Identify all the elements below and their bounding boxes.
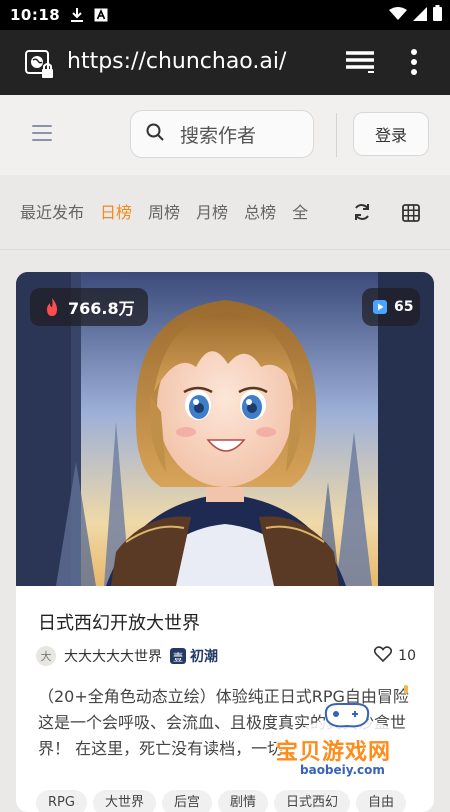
tier-label: 初潮: [190, 649, 218, 665]
search-input[interactable]: 搜索作者: [180, 121, 256, 148]
tag[interactable]: RPG: [36, 790, 87, 812]
header-divider: [336, 113, 337, 157]
like-button[interactable]: 10: [374, 646, 416, 666]
tab-total[interactable]: 总榜: [244, 199, 276, 223]
author-name[interactable]: 大大大大大世界: [64, 646, 162, 666]
like-count: 10: [398, 648, 416, 664]
status-bar: 10:18: [0, 0, 450, 30]
card-title[interactable]: 日式西幻开放大世界: [38, 609, 200, 635]
ranking-tabs: 最近发布 日榜 周榜 月榜 总榜全: [20, 199, 338, 223]
tabs-fade: [308, 195, 342, 227]
watermark-url: baobeiy.com: [300, 763, 385, 777]
login-button[interactable]: 登录: [353, 112, 429, 156]
author-row: 大 大大大大大世界 壹 初潮 10: [36, 644, 416, 668]
tab-monthly[interactable]: 月榜: [196, 199, 228, 223]
tag-list: RPG 大世界 后宫 剧情 日式西幻 自由: [36, 790, 434, 812]
refresh-icon[interactable]: [352, 202, 372, 226]
status-time: 10:18: [10, 6, 61, 24]
play-count-badge: 65: [362, 288, 420, 326]
tag[interactable]: 后宫: [161, 790, 212, 812]
cell-signal-icon: [413, 6, 427, 25]
tab-weekly[interactable]: 周榜: [148, 199, 180, 223]
watermark-text: 宝贝游戏网: [276, 740, 392, 765]
hamburger-menu-icon[interactable]: [32, 125, 52, 141]
tier-badge: 壹: [170, 648, 186, 664]
download-icon: [70, 7, 84, 23]
site-header: 搜索作者 登录: [0, 95, 450, 175]
tab-latest[interactable]: 最近发布: [20, 199, 84, 223]
filter-bar: 最近发布 日榜 周榜 月榜 总榜全: [0, 175, 450, 249]
browser-toolbar: https://chunchao.ai/: [0, 30, 450, 95]
grid-view-icon[interactable]: [402, 204, 420, 226]
filter-divider: [0, 249, 450, 250]
author-avatar[interactable]: 大: [36, 646, 56, 666]
fire-icon: [44, 297, 60, 317]
overflow-menu-icon[interactable]: [410, 48, 418, 80]
tag[interactable]: 大世界: [92, 790, 156, 812]
tag[interactable]: 自由: [356, 790, 407, 812]
heat-badge: 766.8万: [30, 288, 148, 326]
battery-icon: [433, 5, 442, 25]
heat-count: 766.8万: [68, 299, 135, 318]
heart-icon: [374, 646, 393, 666]
site-info-icon[interactable]: [24, 49, 56, 85]
wifi-icon: [389, 6, 407, 25]
tag[interactable]: 日式西幻: [274, 790, 351, 812]
play-icon: [373, 300, 387, 314]
text-a-icon: [94, 8, 108, 22]
tab-all-partial[interactable]: 全: [292, 199, 308, 223]
search-box[interactable]: 搜索作者: [130, 110, 314, 158]
tabs-icon[interactable]: [344, 50, 376, 78]
url-field[interactable]: https://chunchao.ai/: [67, 49, 286, 74]
tab-daily[interactable]: 日榜: [100, 199, 132, 223]
play-count: 65: [394, 299, 414, 315]
search-icon: [146, 123, 164, 145]
tag[interactable]: 剧情: [217, 790, 268, 812]
